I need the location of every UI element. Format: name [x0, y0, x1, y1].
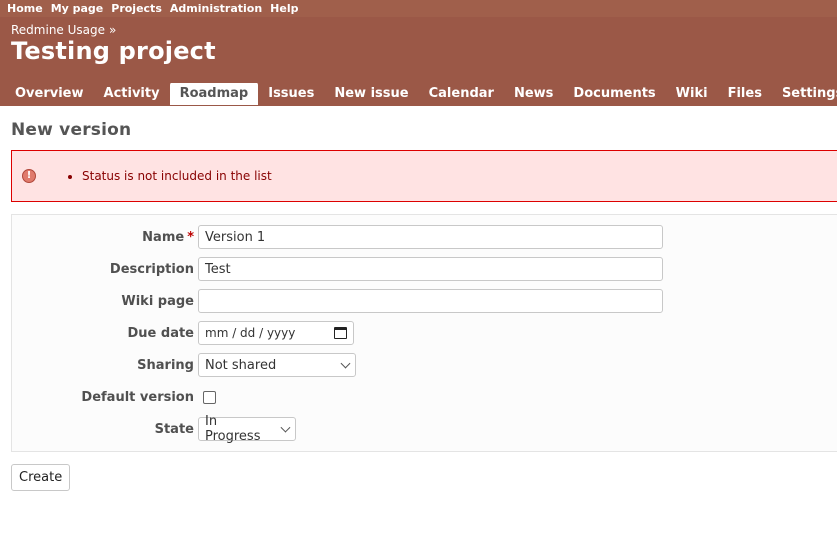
name-input[interactable]: Version 1: [198, 225, 663, 249]
due-date-label: Due date: [127, 325, 195, 341]
tab-wiki[interactable]: Wiki: [666, 82, 718, 105]
error-icon: !: [22, 169, 36, 183]
version-form: Name * Version 1 Description Test Wiki pa…: [11, 214, 837, 452]
breadcrumb-parent-link[interactable]: Redmine Usage: [11, 23, 105, 37]
top-menu: Home My page Projects Administration Hel…: [0, 0, 837, 17]
wiki-page-row: Wiki page: [12, 289, 194, 313]
content: New version ! Status is not included in …: [0, 120, 837, 491]
tab-activity[interactable]: Activity: [94, 82, 170, 105]
tab-overview[interactable]: Overview: [5, 82, 94, 105]
default-version-label: Default version: [81, 389, 194, 405]
error-explanation: ! Status is not included in the list: [11, 150, 837, 202]
top-menu-my-page[interactable]: My page: [51, 2, 104, 15]
state-select[interactable]: In Progress: [198, 414, 296, 444]
tab-documents[interactable]: Documents: [563, 82, 665, 105]
name-label: Name *: [142, 229, 194, 245]
name-row: Name *: [12, 225, 194, 249]
tab-settings[interactable]: Settings: [772, 82, 837, 105]
project-title: Testing project: [11, 37, 216, 65]
main-menu: Overview Activity Roadmap Issues New iss…: [0, 82, 837, 106]
top-menu-help[interactable]: Help: [270, 2, 298, 15]
error-message: Status is not included in the list: [82, 169, 272, 183]
top-menu-administration[interactable]: Administration: [170, 2, 262, 15]
top-menu-projects[interactable]: Projects: [111, 2, 162, 15]
wiki-page-label: Wiki page: [121, 293, 194, 309]
state-selected-value: In Progress: [205, 414, 261, 444]
due-date-input[interactable]: mm / dd / yyyy: [198, 321, 354, 345]
sharing-label: Sharing: [137, 357, 194, 373]
create-button[interactable]: Create: [11, 464, 71, 491]
state-label: State: [154, 421, 194, 437]
chevron-down-icon: [340, 358, 351, 368]
due-date-row: Due date: [12, 321, 195, 345]
required-marker: *: [187, 229, 194, 245]
state-row: State: [12, 417, 194, 441]
chevron-down-icon: [280, 422, 291, 432]
sharing-selected-value: Not shared: [205, 357, 277, 373]
due-date-placeholder: mm / dd / yyyy: [205, 326, 296, 340]
sharing-select[interactable]: Not shared: [198, 353, 356, 377]
breadcrumb: Redmine Usage »: [11, 23, 116, 37]
header: Redmine Usage » Testing project: [0, 17, 837, 83]
tab-issues[interactable]: Issues: [258, 82, 324, 105]
default-version-checkbox[interactable]: [203, 391, 216, 404]
description-input[interactable]: Test: [198, 257, 663, 281]
description-row: Description: [12, 257, 194, 281]
tab-roadmap[interactable]: Roadmap: [169, 82, 259, 105]
description-label: Description: [109, 261, 194, 277]
tab-news[interactable]: News: [504, 82, 563, 105]
tab-new-issue[interactable]: New issue: [324, 82, 418, 105]
top-menu-home[interactable]: Home: [7, 2, 43, 15]
breadcrumb-separator: »: [109, 23, 117, 37]
page-title: New version: [11, 120, 132, 140]
calendar-icon[interactable]: [334, 327, 347, 339]
default-version-row: Default version: [12, 385, 194, 409]
sharing-row: Sharing: [12, 353, 194, 377]
tab-calendar[interactable]: Calendar: [419, 82, 504, 105]
tab-files[interactable]: Files: [718, 82, 772, 105]
wiki-page-input[interactable]: [198, 289, 663, 313]
error-list: Status is not included in the list: [12, 169, 272, 183]
